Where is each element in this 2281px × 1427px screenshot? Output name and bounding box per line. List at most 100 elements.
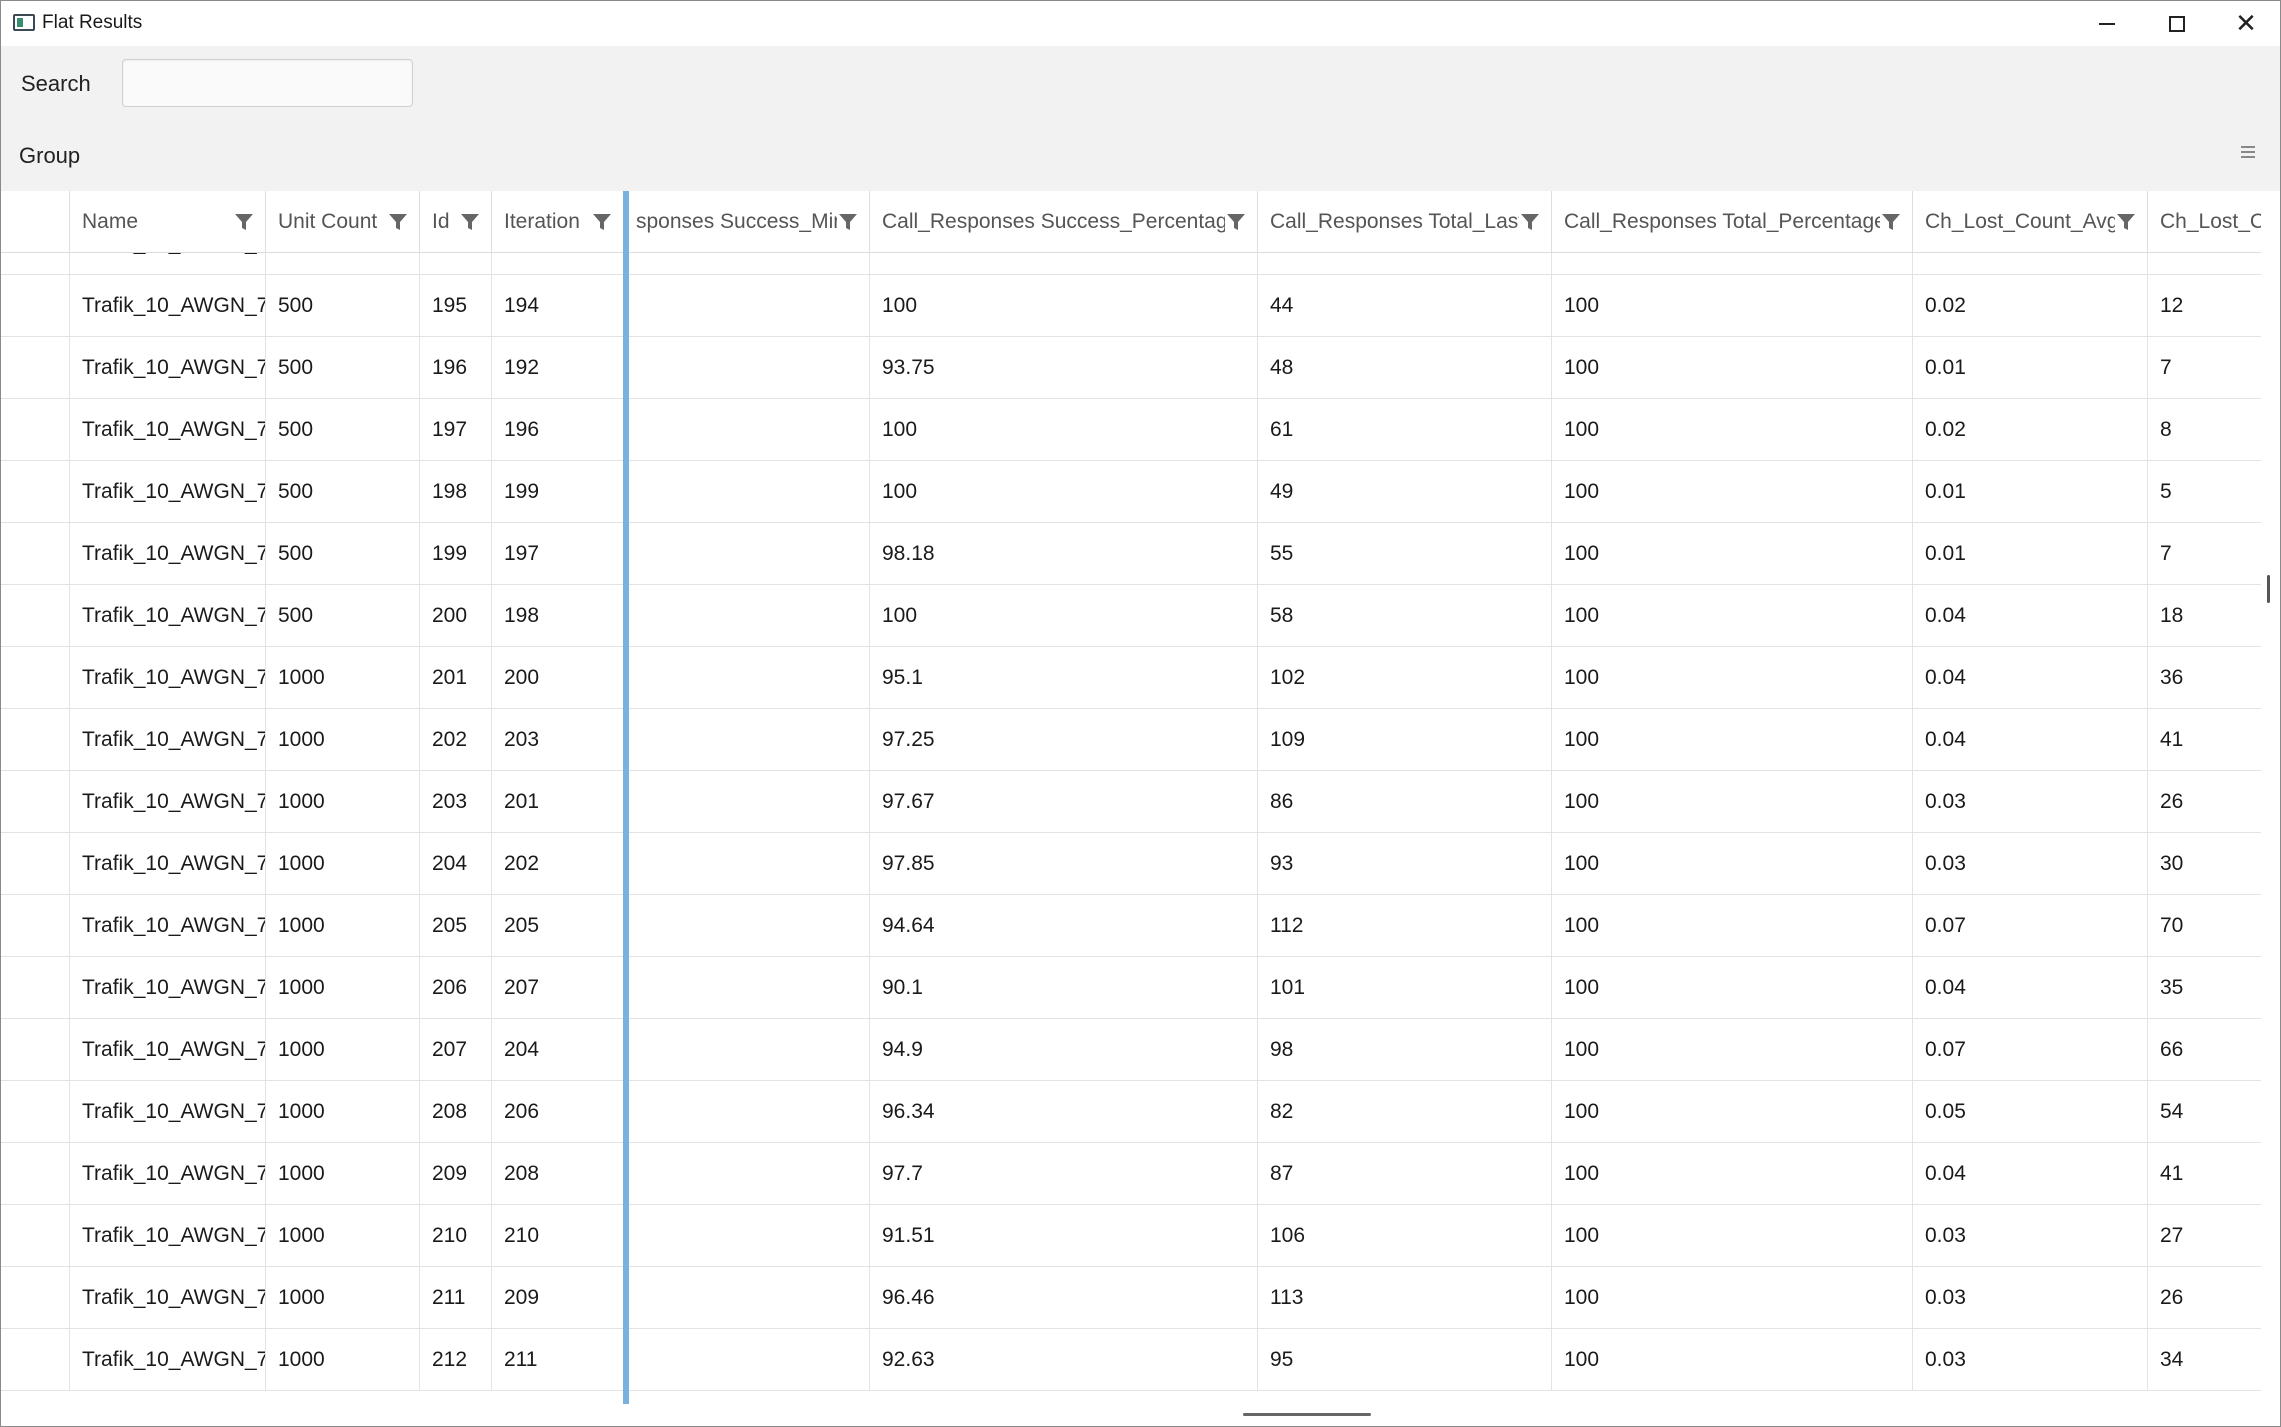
table-cell[interactable]: 210 [419,1205,491,1267]
table-cell[interactable]: 100 [1551,1143,1912,1205]
table-cell[interactable]: 30 [2147,833,2261,895]
table-cell[interactable]: Trafik_10_AWGN_7 [69,957,265,1019]
table-cell[interactable]: 500 [265,461,419,523]
table-row[interactable]: Trafik_10_AWGN_7 1000 205 205 94.64 112 100 0.0… [1,895,2261,957]
table-cell[interactable]: 44 [1257,275,1551,337]
row-selector-cell[interactable] [1,771,69,833]
table-row[interactable]: Trafik_10_AWGN_7 500 199 197 98.18 55 100 0.01 7 [1,523,2261,585]
table-cell[interactable]: 95.1 [869,647,1257,709]
table-cell[interactable]: 97.67 [869,771,1257,833]
table-row-partial[interactable]: Trafik_10_AWGN_7500194193100541000.0314 [1,253,2261,275]
table-cell[interactable]: 41 [2147,1143,2261,1205]
table-cell[interactable]: 100 [869,399,1257,461]
table-row[interactable]: Trafik_10_AWGN_7 1000 202 203 97.25 109 100 0.0… [1,709,2261,771]
table-cell[interactable] [623,1019,869,1081]
table-cell[interactable]: 1000 [265,833,419,895]
table-cell[interactable]: 97.25 [869,709,1257,771]
table-cell[interactable]: 1000 [265,1143,419,1205]
table-cell[interactable]: 204 [419,833,491,895]
table-cell[interactable]: 34 [2147,1329,2261,1391]
table-cell[interactable]: 100 [869,461,1257,523]
column-header[interactable]: Call_Responses Total_Percentage [1551,191,1912,253]
table-cell[interactable]: Trafik_10_AWGN_7 [69,1081,265,1143]
table-cell[interactable]: 206 [419,957,491,1019]
table-cell[interactable]: 199 [491,461,623,523]
table-row[interactable]: Trafik_10_AWGN_7 1000 204 202 97.85 93 100 0.03… [1,833,2261,895]
table-cell[interactable]: 87 [1257,1143,1551,1205]
table-cell[interactable]: 48 [1257,337,1551,399]
table-cell[interactable]: 8 [2147,399,2261,461]
table-cell[interactable]: 58 [1257,585,1551,647]
column-header[interactable]: Iteration [491,191,623,253]
table-cell[interactable]: 208 [419,1081,491,1143]
table-cell[interactable]: 100 [1551,833,1912,895]
table-cell[interactable]: 98 [1257,1019,1551,1081]
table-cell[interactable]: 205 [491,895,623,957]
row-selector-cell[interactable] [1,523,69,585]
row-selector-cell[interactable] [1,461,69,523]
table-row[interactable]: Trafik_10_AWGN_7 500 196 192 93.75 48 100 0.01 7 [1,337,2261,399]
table-cell[interactable]: 7 [2147,523,2261,585]
table-cell[interactable]: 100 [1551,771,1912,833]
maximize-button[interactable] [2142,1,2212,46]
table-cell[interactable]: 96.34 [869,1081,1257,1143]
table-row[interactable]: Trafik_10_AWGN_7 500 197 196 100 61 100 0.02 8 [1,399,2261,461]
table-cell[interactable]: 100 [1551,709,1912,771]
table-cell[interactable]: 102 [1257,647,1551,709]
table-cell[interactable]: Trafik_10_AWGN_7 [69,253,265,275]
table-cell[interactable]: 98.18 [869,523,1257,585]
grid-body[interactable]: Trafik_10_AWGN_7500194193100541000.0314T… [1,253,2261,1404]
table-cell[interactable]: 26 [2147,1267,2261,1329]
table-cell[interactable]: 113 [1257,1267,1551,1329]
table-cell[interactable]: 1000 [265,1329,419,1391]
table-row[interactable]: Trafik_10_AWGN_7 500 195 194 100 44 100 0.02 12 [1,275,2261,337]
table-cell[interactable]: 0.03 [1912,833,2147,895]
table-cell[interactable]: 55 [1257,523,1551,585]
table-cell[interactable]: 1000 [265,1205,419,1267]
table-cell[interactable]: 198 [419,461,491,523]
table-cell[interactable]: 100 [869,275,1257,337]
row-selector-cell[interactable] [1,833,69,895]
table-row[interactable]: Trafik_10_AWGN_7 1000 203 201 97.67 86 100 0.03… [1,771,2261,833]
table-cell[interactable]: 208 [491,1143,623,1205]
table-cell[interactable] [623,337,869,399]
table-cell[interactable]: 200 [419,585,491,647]
table-cell[interactable]: 200 [491,647,623,709]
filter-icon[interactable] [591,211,613,233]
table-cell[interactable]: Trafik_10_AWGN_7 [69,399,265,461]
table-cell[interactable]: 195 [419,275,491,337]
table-cell[interactable]: 100 [1551,1205,1912,1267]
table-row[interactable]: Trafik_10_AWGN_7 1000 211 209 96.46 113 100 0.0… [1,1267,2261,1329]
filter-icon[interactable] [459,211,481,233]
column-header[interactable]: Name [69,191,265,253]
table-cell[interactable]: 196 [419,337,491,399]
horizontal-scrollbar-track[interactable] [1,1404,2280,1426]
row-selector-cell[interactable] [1,1329,69,1391]
table-row[interactable]: Trafik_10_AWGN_7 1000 210 210 91.51 106 100 0.0… [1,1205,2261,1267]
table-cell[interactable]: 61 [1257,399,1551,461]
table-cell[interactable]: 204 [491,1019,623,1081]
table-cell[interactable]: 93 [1257,833,1551,895]
table-cell[interactable]: Trafik_10_AWGN_7 [69,585,265,647]
table-cell[interactable]: 90.1 [869,957,1257,1019]
table-cell[interactable]: 0.01 [1912,337,2147,399]
table-cell[interactable] [623,1081,869,1143]
table-cell[interactable]: 0.04 [1912,709,2147,771]
table-cell[interactable]: 54 [2147,1081,2261,1143]
table-cell[interactable] [623,957,869,1019]
row-selector-cell[interactable] [1,895,69,957]
table-cell[interactable]: 500 [265,275,419,337]
column-header[interactable]: Call_Responses Success_Percentage [869,191,1257,253]
table-cell[interactable] [623,1143,869,1205]
filter-icon[interactable] [837,211,859,233]
table-cell[interactable]: 96.46 [869,1267,1257,1329]
row-selector-cell[interactable] [1,1019,69,1081]
table-cell[interactable]: 36 [2147,647,2261,709]
table-cell[interactable]: 86 [1257,771,1551,833]
table-cell[interactable]: 0.05 [1912,1081,2147,1143]
table-cell[interactable]: Trafik_10_AWGN_7 [69,647,265,709]
table-cell[interactable]: 100 [1551,1267,1912,1329]
table-cell[interactable]: 199 [419,523,491,585]
table-cell[interactable]: 0.04 [1912,957,2147,1019]
table-cell[interactable]: 1000 [265,1081,419,1143]
